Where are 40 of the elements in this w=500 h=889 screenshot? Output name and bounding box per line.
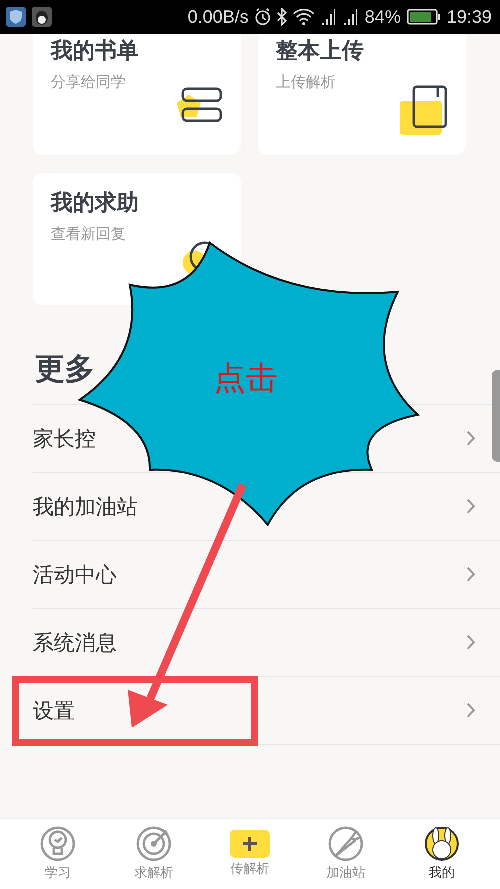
target-icon [136, 826, 172, 862]
menu-item[interactable]: 系统消息 [33, 628, 117, 656]
menu-item[interactable]: 家长控 [33, 424, 96, 452]
card-subtitle: 分享给同学 [51, 73, 126, 92]
chevron-right-icon [467, 431, 476, 446]
card-subtitle: 查看新回复 [51, 225, 126, 244]
battery-icon [406, 9, 441, 25]
scroll-handle[interactable] [492, 370, 500, 462]
menu-item[interactable]: 我的加油站 [33, 492, 138, 520]
card[interactable]: 整本上传 上传解析 [258, 34, 466, 155]
nav-tab[interactable]: 加油站 [306, 826, 386, 882]
bluetooth-icon [276, 8, 287, 26]
alarm-clock-icon [254, 8, 271, 26]
nav-tab[interactable]: 求解析 [114, 826, 194, 882]
shield-app-icon [6, 7, 26, 27]
signal-icon [320, 8, 337, 26]
card-subtitle: 上传解析 [276, 73, 336, 92]
app-icon [32, 7, 52, 27]
menu-item[interactable]: 设置 [33, 696, 75, 724]
signal-icon [342, 8, 359, 26]
callout-text: 点击 [214, 358, 278, 399]
nav-tab[interactable]: 传解析 [210, 830, 290, 878]
chevron-right-icon [467, 703, 476, 718]
section-title: 更多 [35, 351, 95, 389]
avatar-icon [424, 826, 460, 862]
card[interactable]: 我的书单 分享给同学 [33, 34, 241, 155]
wifi-icon [292, 8, 315, 26]
plus-icon[interactable] [230, 830, 270, 858]
chevron-right-icon [467, 567, 476, 582]
network-speed: 0.00B/s [188, 6, 249, 28]
card-title: 我的求助 [51, 190, 139, 218]
nav-tab[interactable]: 我的 [402, 826, 482, 882]
menu-item[interactable]: 活动中心 [33, 560, 117, 588]
clock-time: 19:39 [446, 6, 492, 28]
nav-tab[interactable]: 学习 [18, 826, 98, 882]
battery-percent: 84% [364, 6, 401, 28]
card-title: 我的书单 [51, 38, 139, 66]
card-title: 整本上传 [276, 38, 364, 66]
chevron-right-icon [467, 499, 476, 514]
chevron-right-icon [467, 635, 476, 650]
